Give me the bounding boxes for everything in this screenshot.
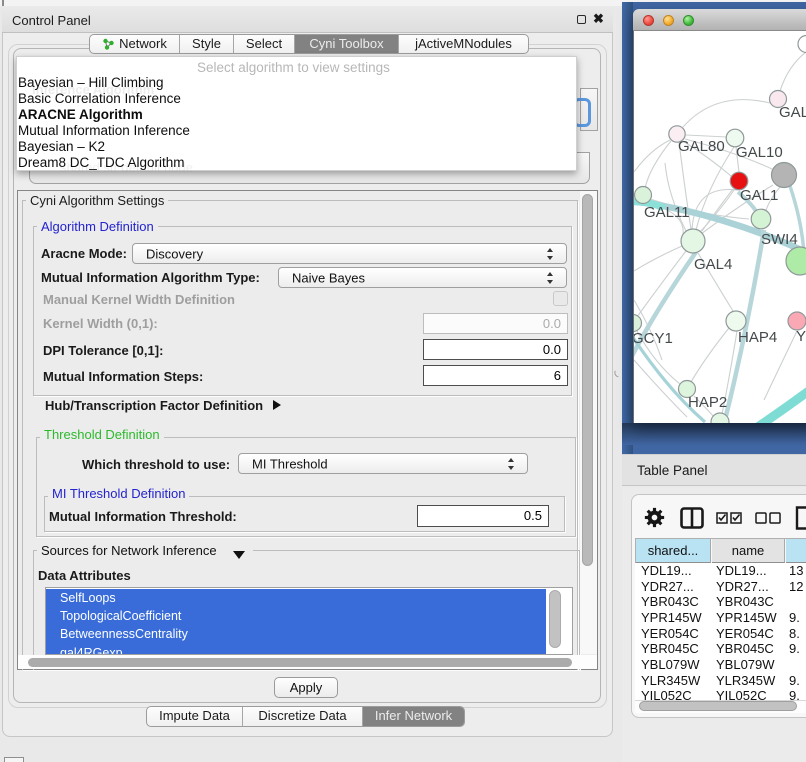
- svg-text:GAL80: GAL80: [678, 138, 725, 155]
- svg-text:GAL7: GAL7: [779, 104, 806, 121]
- svg-text:GAL11: GAL11: [644, 204, 690, 221]
- svg-text:SWI4: SWI4: [761, 231, 798, 248]
- svg-text:GAL1: GAL1: [740, 187, 778, 204]
- svg-text:HAP4: HAP4: [738, 329, 777, 346]
- svg-text:Y: Y: [796, 328, 806, 345]
- svg-text:GAL10: GAL10: [736, 144, 783, 161]
- svg-text:GCY1: GCY1: [634, 330, 673, 347]
- svg-text:GAL4: GAL4: [694, 256, 732, 273]
- svg-text:HAP2: HAP2: [688, 394, 727, 411]
